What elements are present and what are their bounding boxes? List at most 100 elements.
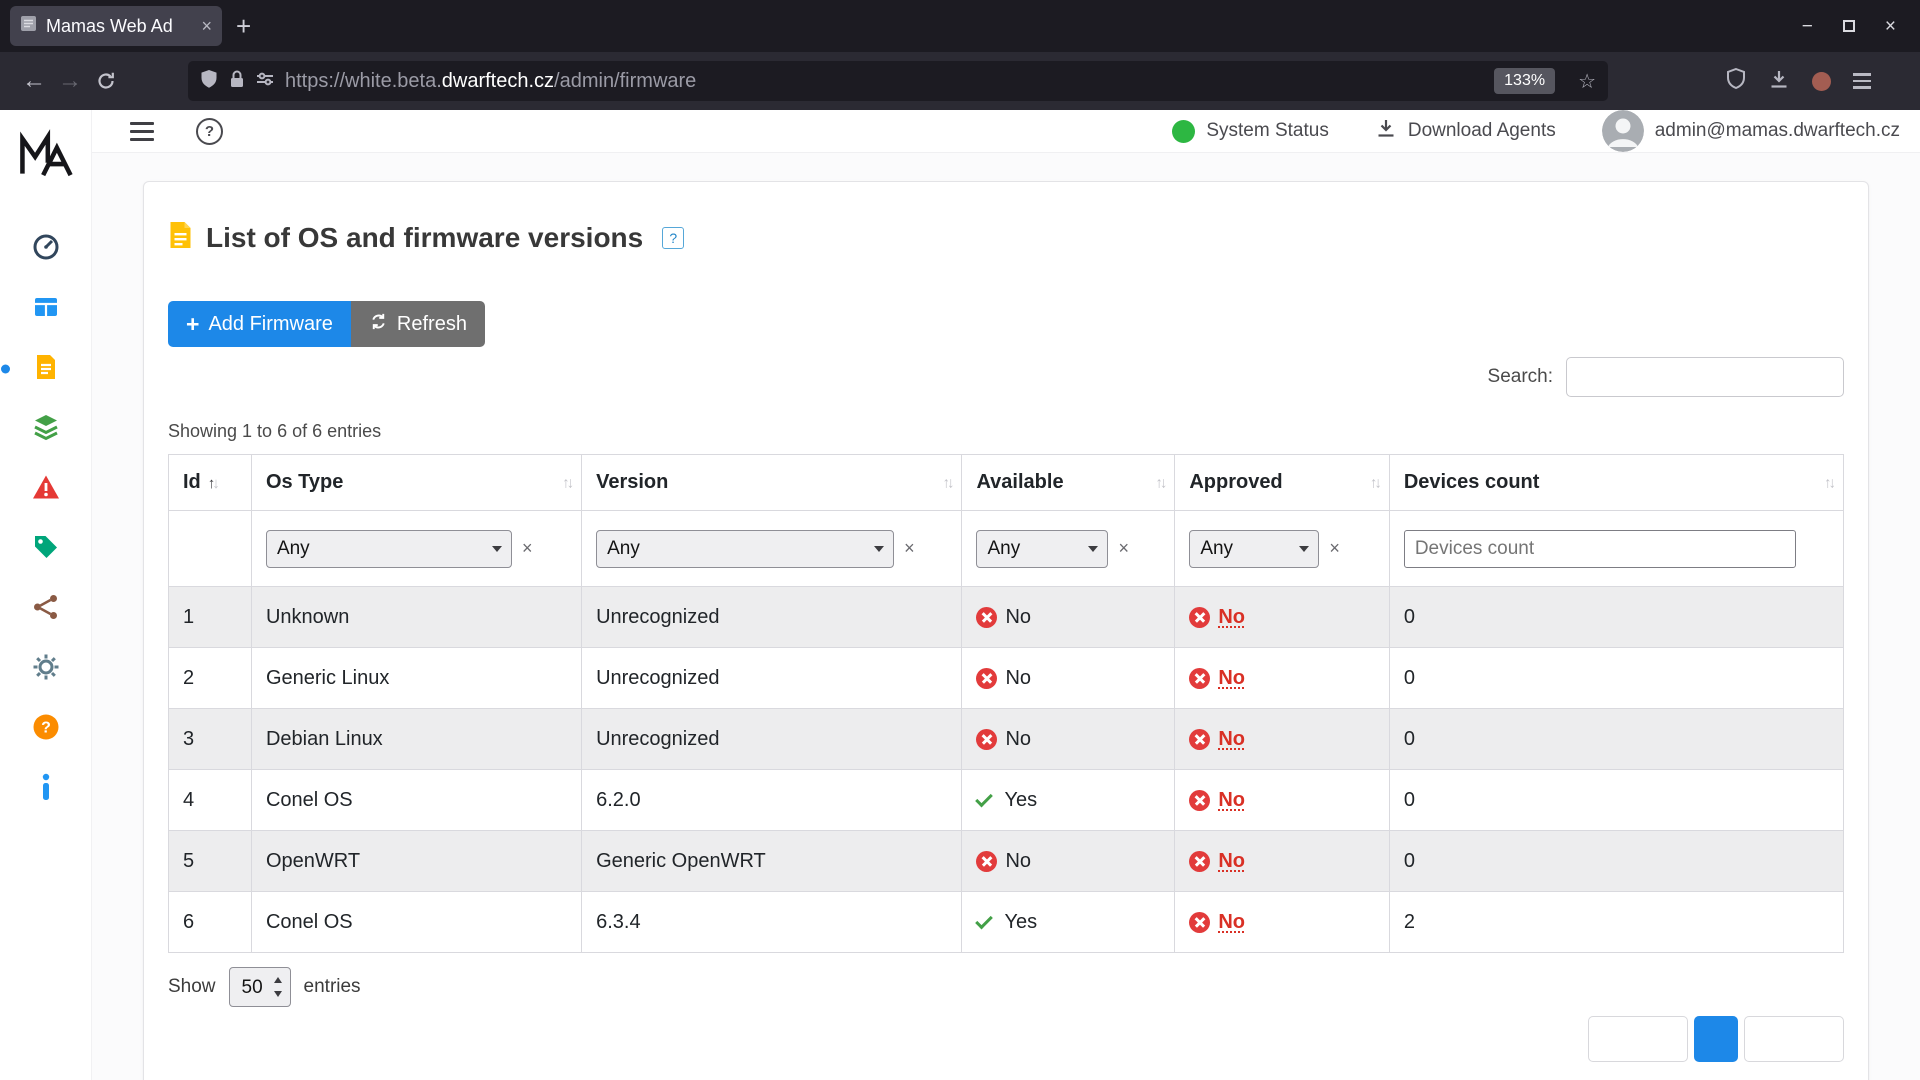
circle-x-icon (1189, 911, 1211, 933)
window-maximize-button[interactable] (1842, 20, 1855, 32)
clear-approved-filter-icon[interactable]: × (1329, 538, 1340, 559)
search-input[interactable] (1566, 357, 1844, 397)
url-bar[interactable]: https://white.beta.dwarftech.cz/admin/fi… (188, 61, 1608, 101)
column-header-version[interactable]: Version ↑↓ (581, 454, 963, 511)
cell-available: No (961, 708, 1176, 770)
table-row[interactable]: 4 Conel OS 6.2.0 Yes No 0 (168, 769, 1845, 831)
permissions-icon[interactable] (256, 71, 274, 92)
tab-favicon-icon (20, 15, 37, 37)
column-header-id[interactable]: Id ↑↓ (168, 454, 252, 511)
tab-title: Mamas Web Ad (46, 15, 173, 36)
sidebar-item-firmware[interactable] (0, 339, 91, 399)
browser-tab[interactable]: Mamas Web Ad × (10, 6, 222, 46)
os-type-filter-select[interactable]: Any (265, 529, 512, 568)
version-filter-select[interactable]: Any (596, 529, 895, 568)
system-status-label: System Status (1206, 120, 1329, 141)
pagination-next-button[interactable] (1744, 1016, 1844, 1062)
cell-os-type: Conel OS (250, 769, 583, 831)
sidebar-item-layers[interactable] (0, 399, 91, 459)
sidebar-item-tags[interactable] (0, 519, 91, 579)
refresh-button[interactable]: Refresh (350, 301, 485, 347)
cell-available: Yes (961, 891, 1176, 953)
devices-count-filter-input[interactable] (1403, 529, 1796, 568)
column-header-devices-count[interactable]: Devices count ↑↓ (1388, 454, 1845, 511)
tab-close-icon[interactable]: × (201, 16, 212, 37)
filter-cell-empty (168, 510, 252, 587)
title-help-icon[interactable]: ? (662, 226, 685, 249)
check-icon (975, 789, 994, 807)
circle-x-icon (1189, 667, 1211, 689)
circle-x-icon (976, 606, 998, 628)
reload-button[interactable] (88, 70, 124, 92)
circle-x-icon (976, 850, 998, 872)
window-close-button[interactable]: × (1885, 17, 1896, 36)
app-header: ? System Status Download Agents admin@ma… (92, 110, 1920, 153)
column-header-available[interactable]: Available ↑↓ (961, 454, 1176, 511)
app-logo[interactable] (17, 126, 75, 189)
page-size-select[interactable]: 50 (228, 967, 291, 1007)
sidebar-item-info[interactable] (0, 759, 91, 819)
cell-devices-count: 0 (1388, 769, 1845, 831)
account-avatar-icon[interactable] (1812, 71, 1831, 91)
plus-icon: + (186, 310, 200, 337)
cell-available: No (961, 830, 1176, 892)
tracking-shield-icon[interactable] (200, 69, 218, 94)
clear-available-filter-icon[interactable]: × (1118, 538, 1129, 559)
circle-x-icon (1189, 850, 1211, 872)
svg-text:?: ? (41, 719, 51, 736)
pagination-current-page-button[interactable] (1694, 1016, 1738, 1062)
page-content: List of OS and firmware versions ? + Add… (92, 153, 1920, 1080)
table-row[interactable]: 1 Unknown Unrecognized No No 0 (168, 586, 1845, 648)
question-circle-icon: ? (32, 713, 60, 746)
sidebar: ? (0, 110, 92, 1080)
back-button[interactable]: ← (16, 69, 52, 93)
sidebar-item-dashboard[interactable] (0, 219, 91, 279)
downloads-icon[interactable] (1768, 68, 1790, 95)
layers-icon (32, 413, 60, 446)
sidebar-toggle-icon[interactable] (130, 121, 154, 141)
url-text: https://white.beta.dwarftech.cz/admin/fi… (285, 69, 697, 92)
cell-version: Unrecognized (581, 586, 963, 648)
available-filter-select[interactable]: Any (976, 529, 1109, 568)
approved-filter-select[interactable]: Any (1189, 529, 1320, 568)
column-header-os-type[interactable]: Os Type ↑↓ (250, 454, 583, 511)
clear-os-type-filter-icon[interactable]: × (522, 538, 533, 559)
forward-button[interactable]: → (52, 69, 88, 93)
sidebar-item-help[interactable]: ? (0, 699, 91, 759)
shield-icon[interactable] (1726, 67, 1746, 95)
account-menu[interactable]: admin@mamas.dwarftech.cz (1601, 110, 1900, 152)
download-agents[interactable]: Download Agents (1375, 117, 1556, 145)
download-icon (1375, 117, 1397, 145)
filter-cell-available: Any × (961, 510, 1176, 587)
gear-icon (32, 653, 60, 686)
add-firmware-button[interactable]: + Add Firmware (168, 301, 351, 347)
window-minimize-button[interactable]: − (1802, 17, 1813, 36)
bookmark-star-icon[interactable]: ☆ (1578, 69, 1596, 94)
system-status[interactable]: System Status (1172, 119, 1329, 143)
clear-version-filter-icon[interactable]: × (904, 538, 915, 559)
sidebar-item-tables[interactable] (0, 279, 91, 339)
pagination-previous-button[interactable] (1588, 1016, 1688, 1062)
column-header-approved[interactable]: Approved ↑↓ (1174, 454, 1390, 511)
tab-bar: Mamas Web Ad × + − × (0, 0, 1920, 52)
browser-menu-icon[interactable] (1853, 73, 1871, 89)
sidebar-nav: ? (0, 219, 91, 819)
new-tab-button[interactable]: + (236, 13, 251, 39)
cell-devices-count: 0 (1388, 708, 1845, 770)
sidebar-item-network[interactable] (0, 579, 91, 639)
zoom-level-indicator[interactable]: 133% (1494, 68, 1556, 94)
table-row[interactable]: 5 OpenWRT Generic OpenWRT No No 0 (168, 830, 1845, 892)
info-icon (40, 773, 52, 806)
check-icon (975, 911, 994, 929)
table-row[interactable]: 3 Debian Linux Unrecognized No No 0 (168, 708, 1845, 770)
sidebar-item-settings[interactable] (0, 639, 91, 699)
cell-version: 6.2.0 (581, 769, 963, 831)
sidebar-item-alerts[interactable] (0, 459, 91, 519)
header-help-icon[interactable]: ? (196, 117, 223, 145)
account-email: admin@mamas.dwarftech.cz (1654, 120, 1900, 141)
dashboard-icon (32, 233, 60, 266)
table-row[interactable]: 6 Conel OS 6.3.4 Yes No 2 (168, 891, 1845, 953)
table-row[interactable]: 2 Generic Linux Unrecognized No No 0 (168, 647, 1845, 709)
share-nodes-icon (32, 593, 60, 626)
lock-icon[interactable] (229, 69, 245, 94)
